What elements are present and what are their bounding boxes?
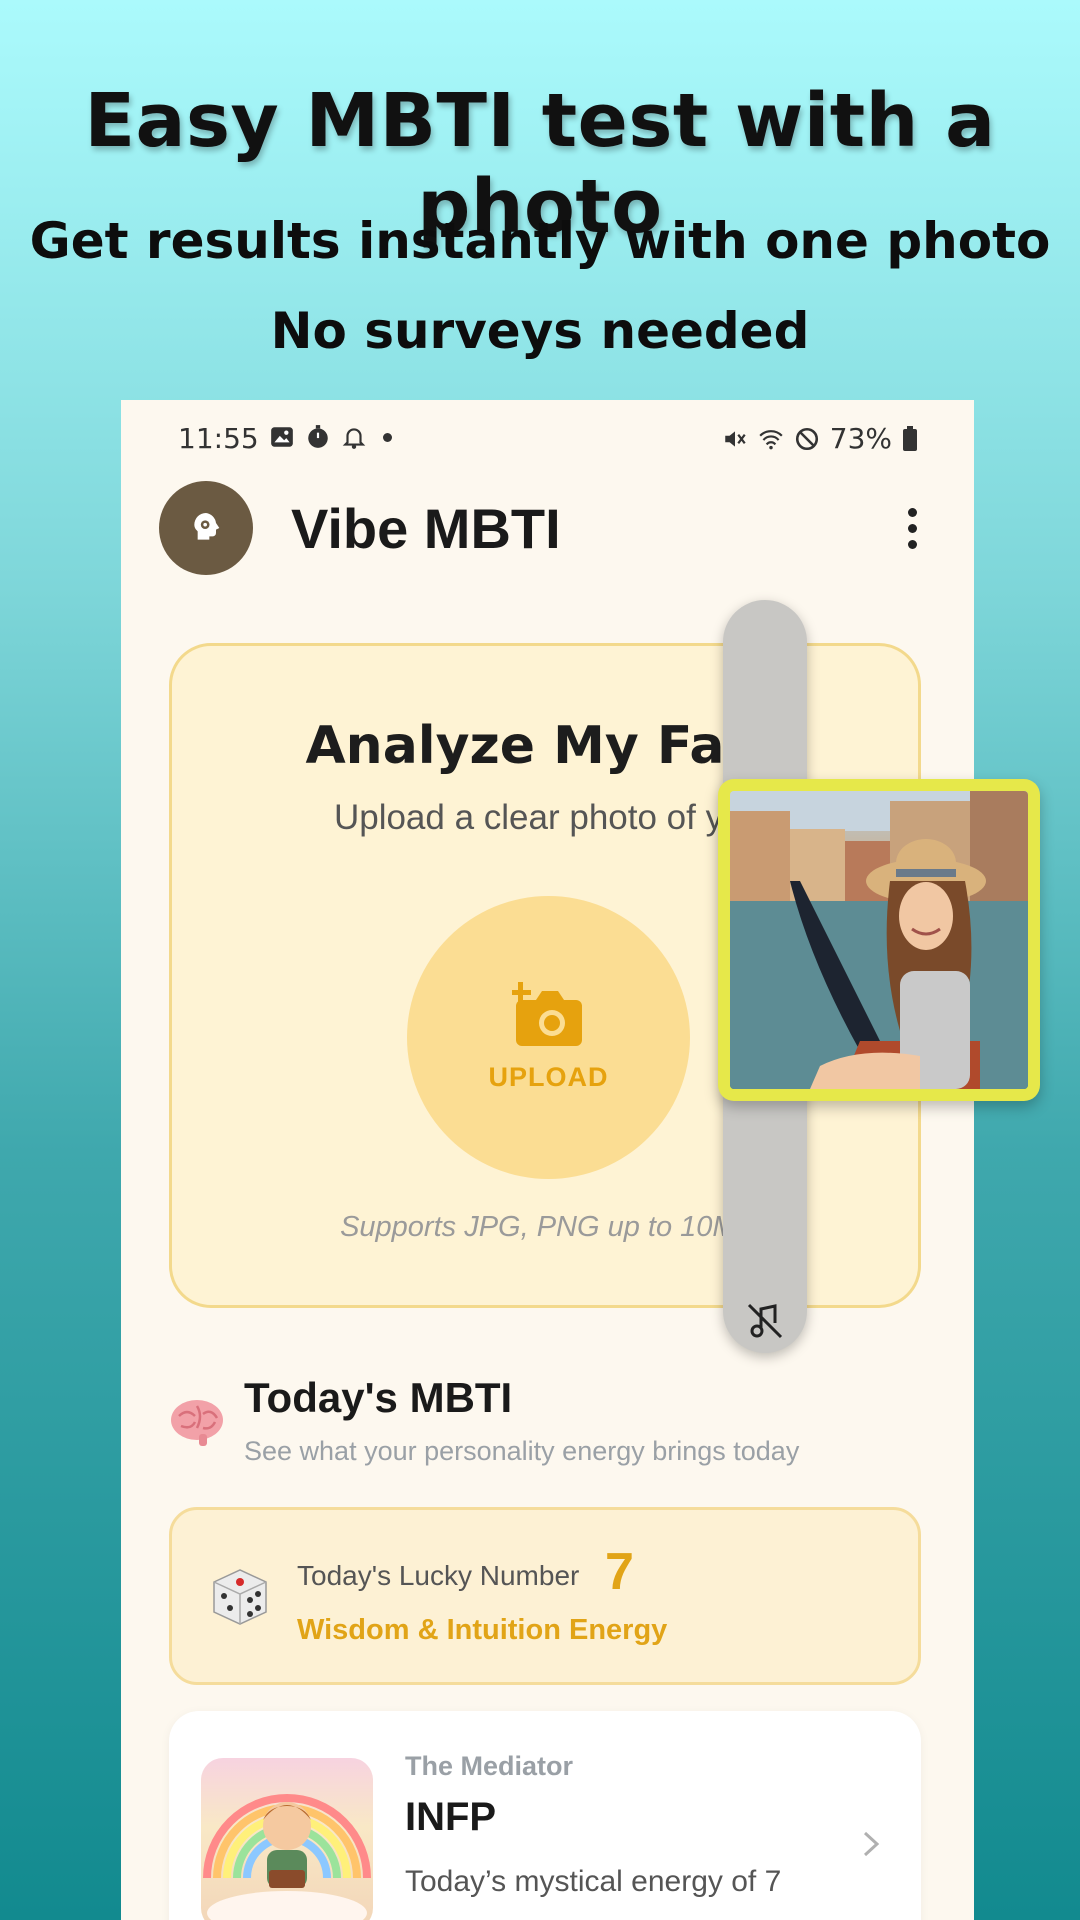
app-title: Vibe MBTI: [291, 497, 561, 560]
status-bar: 11:55 73%: [121, 400, 974, 476]
add-photo-icon: [511, 982, 582, 1046]
wifi-icon: [759, 429, 783, 449]
file-support-note: Supports JPG, PNG up to 10MB: [340, 1211, 756, 1243]
timer-icon: [308, 425, 328, 448]
battery-percent: 73%: [829, 422, 892, 455]
mbti-type-label: INFP: [405, 1795, 497, 1839]
today-mbti-header: Today's MBTI See what your personality e…: [169, 1374, 929, 1484]
upload-button[interactable]: UPLOAD: [407, 896, 690, 1179]
mbti-nickname: The Mediator: [405, 1751, 574, 1781]
dice-icon: [213, 1569, 267, 1625]
lucky-number-label: Today's Lucky Number: [297, 1560, 580, 1591]
status-system-icons: 73%: [722, 422, 918, 455]
today-mbti-title: Today's MBTI: [244, 1374, 513, 1421]
promo-subline-1: Get results instantly with one photo: [29, 212, 1051, 270]
battery-icon: [903, 425, 917, 451]
brain-icon: [171, 1400, 223, 1446]
app-logo: [159, 481, 253, 575]
today-mbti-subtitle: See what your personality energy brings …: [244, 1436, 800, 1466]
mbti-type-card[interactable]: The Mediator INFP Today’s mystical energ…: [169, 1711, 921, 1920]
sample-photo-frame: [718, 779, 1040, 1101]
promo-subline-2: No surveys needed: [270, 302, 810, 360]
notification-dot: [383, 432, 392, 442]
mute-icon: [725, 430, 746, 447]
music-off-icon: [747, 1303, 783, 1339]
status-notification-icons: [269, 424, 392, 450]
block-icon: [795, 427, 818, 450]
more-vert-icon[interactable]: [890, 500, 934, 556]
mbti-description: Today’s mystical energy of 7: [405, 1865, 782, 1898]
phone-screen: 11:55 73% Vibe MBTI Analyze My Face Uplo…: [121, 400, 974, 1920]
status-time: 11:55: [178, 422, 259, 455]
chevron-right-icon: [863, 1831, 880, 1857]
analyze-title: Analyze My Face: [305, 716, 791, 776]
bell-icon: [342, 428, 366, 449]
lucky-number: 7: [605, 1543, 634, 1601]
app-bar: Vibe MBTI: [121, 476, 974, 596]
gallery-icon: [271, 427, 293, 447]
lucky-energy: Wisdom & Intuition Energy: [297, 1614, 668, 1646]
lucky-number-card: Today's Lucky Number 7 Wisdom & Intuitio…: [169, 1507, 921, 1685]
sample-photo: [730, 791, 1028, 1089]
upload-label: UPLOAD: [488, 1062, 609, 1092]
mbti-thumbnail: [201, 1758, 373, 1920]
brain-settings-icon: [194, 513, 220, 540]
